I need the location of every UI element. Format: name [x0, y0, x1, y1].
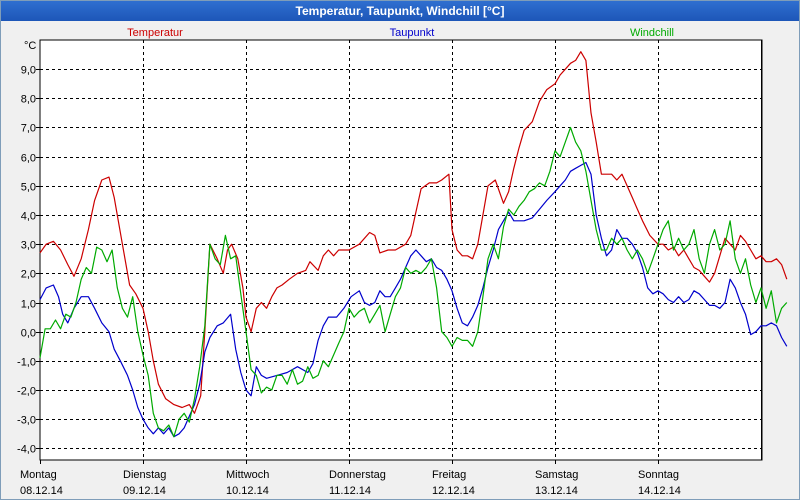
y-tick-label: 0,0	[21, 328, 36, 340]
x-tick-date: 11.12.14	[329, 485, 371, 497]
x-tick-date: 08.12.14	[20, 485, 63, 497]
legend-entry-windchill: Windchill	[630, 27, 674, 39]
x-tick-date: 12.12.14	[432, 485, 475, 497]
plot-area	[39, 39, 763, 461]
x-tick-date: 09.12.14	[123, 485, 166, 497]
legend-entry-temperatur: Temperatur	[127, 27, 183, 39]
y-tick-label: -3,0	[17, 415, 36, 427]
y-tick-label: -1,0	[17, 357, 36, 369]
x-tick-day: Donnerstag	[329, 469, 386, 481]
y-tick-label: 5,0	[21, 182, 36, 194]
line-chart: °C 9,0 8,0 7,0 6,0 5,0 4,0 3,0 2,0 1,0 0,0 -1,0 -2,…	[17, 27, 788, 497]
legend-entry-taupunkt: Taupunkt	[390, 27, 435, 39]
x-tick-date: 10.12.14	[226, 485, 269, 497]
y-tick-label: 2,0	[21, 269, 36, 281]
x-tick-day: Sonntag	[638, 469, 679, 481]
x-tick-day: Montag	[20, 469, 57, 481]
x-tick-day: Freitag	[432, 469, 466, 481]
y-tick-label: 7,0	[21, 123, 36, 135]
x-tick-day: Samstag	[535, 469, 578, 481]
y-tick-label: 1,0	[21, 299, 36, 311]
x-tick-day: Dienstag	[123, 469, 166, 481]
y-tick-label: -4,0	[17, 444, 36, 456]
x-tick-date: 14.12.14	[638, 485, 681, 497]
y-tick-label: 8,0	[21, 94, 36, 106]
y-tick-label: 3,0	[21, 240, 36, 252]
legend: Temperatur Taupunkt Windchill	[127, 27, 674, 39]
x-tick-date: 13.12.14	[535, 485, 578, 497]
x-axis: Montag 08.12.14 Dienstag 09.12.14 Mittwoch 10…	[20, 460, 681, 497]
x-tick-day: Mittwoch	[226, 469, 269, 481]
y-axis-unit: °C	[24, 40, 36, 52]
y-tick-label: -2,0	[17, 386, 36, 398]
y-tick-label: 6,0	[21, 153, 36, 165]
y-axis: °C 9,0 8,0 7,0 6,0 5,0 4,0 3,0 2,0 1,0 0,0 -1,0 -2,…	[17, 40, 40, 456]
y-tick-label: 4,0	[21, 211, 36, 223]
y-tick-label: 9,0	[21, 65, 36, 77]
